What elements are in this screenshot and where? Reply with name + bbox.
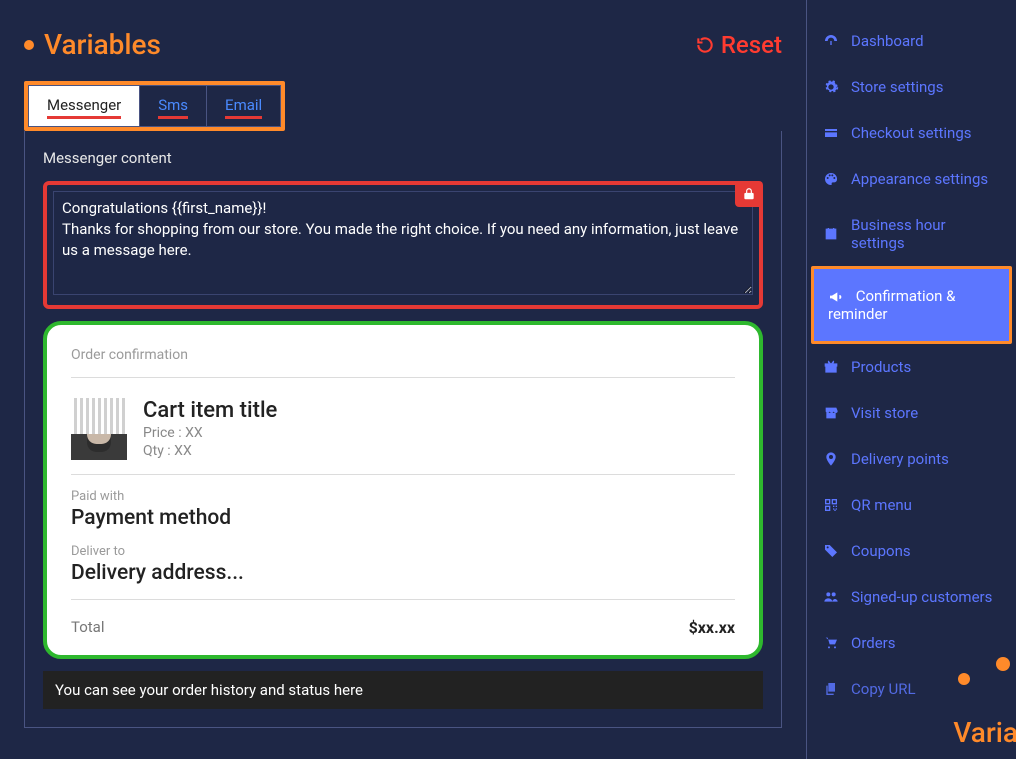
sidebar-item-products[interactable]: Products (807, 344, 1016, 390)
lock-icon (742, 187, 756, 201)
cart-item-image (71, 398, 127, 460)
sidebar-item-delivery-points[interactable]: Delivery points (807, 436, 1016, 482)
store-icon (823, 405, 839, 421)
sidebar-item-copy-url[interactable]: Copy URL (807, 666, 1016, 712)
floating-label: Varia (953, 716, 1016, 749)
cart-item-qty: Qty : XX (143, 443, 277, 459)
history-preview: You can see your order history and statu… (43, 671, 763, 709)
tab-sms[interactable]: Sms (140, 86, 207, 126)
users-icon (823, 589, 839, 605)
sidebar-item-store-settings[interactable]: Store settings (807, 64, 1016, 110)
deliver-to-label: Deliver to (71, 544, 735, 559)
undo-icon (695, 35, 715, 55)
tabs: Messenger Sms Email (28, 85, 281, 127)
decoration-dot (996, 657, 1010, 671)
sidebar-item-business-hour-settings[interactable]: Business hour settings (807, 202, 1016, 266)
deliver-to-value: Delivery address... (71, 561, 735, 585)
editor-highlight (43, 181, 763, 309)
sidebar-item-qr-menu[interactable]: QR menu (807, 482, 1016, 528)
sidebar-item-orders[interactable]: Orders (807, 620, 1016, 666)
order-confirmation-title: Order confirmation (71, 347, 735, 363)
tabs-highlight: Messenger Sms Email (24, 81, 285, 131)
megaphone-icon (828, 289, 844, 305)
section-label: Messenger content (43, 149, 763, 167)
sidebar-item-visit-store[interactable]: Visit store (807, 390, 1016, 436)
qr-icon (823, 497, 839, 513)
cart-item-title: Cart item title (143, 398, 277, 423)
reset-label: Reset (721, 31, 782, 59)
pin-icon (823, 451, 839, 467)
sidebar: Dashboard Store settings Checkout settin… (806, 0, 1016, 759)
divider (71, 599, 735, 600)
copy-icon (823, 681, 839, 697)
sidebar-item-signed-up-customers[interactable]: Signed-up customers (807, 574, 1016, 620)
bullet-icon (24, 40, 34, 50)
paid-with-label: Paid with (71, 489, 735, 504)
sidebar-item-confirmation-reminder[interactable]: Confirmation & reminder (811, 266, 1012, 344)
tab-email[interactable]: Email (207, 86, 280, 126)
palette-icon (823, 171, 839, 187)
cart-item-price: Price : XX (143, 425, 277, 441)
sidebar-item-appearance-settings[interactable]: Appearance settings (807, 156, 1016, 202)
lock-badge (735, 181, 763, 207)
order-confirmation-preview: Order confirmation Cart item title Price… (43, 321, 763, 659)
sidebar-item-dashboard[interactable]: Dashboard (807, 18, 1016, 64)
messenger-content-textarea[interactable] (53, 191, 753, 295)
decoration-dot (958, 673, 970, 685)
paid-with-value: Payment method (71, 506, 735, 530)
tab-messenger[interactable]: Messenger (29, 86, 140, 126)
gear-icon (823, 79, 839, 95)
divider (71, 474, 735, 475)
reset-button[interactable]: Reset (695, 31, 782, 59)
divider (71, 377, 735, 378)
calendar-icon (823, 226, 839, 242)
sidebar-item-checkout-settings[interactable]: Checkout settings (807, 110, 1016, 156)
total-value: $xx.xx (689, 618, 735, 637)
card-icon (823, 125, 839, 141)
content-panel: Messenger content Order confirmation Car… (24, 131, 782, 728)
tags-icon (823, 543, 839, 559)
gift-icon (823, 359, 839, 375)
dashboard-icon (823, 33, 839, 49)
page-title: Variables (44, 28, 161, 61)
cart-icon (823, 635, 839, 651)
total-label: Total (71, 618, 105, 637)
sidebar-item-coupons[interactable]: Coupons (807, 528, 1016, 574)
